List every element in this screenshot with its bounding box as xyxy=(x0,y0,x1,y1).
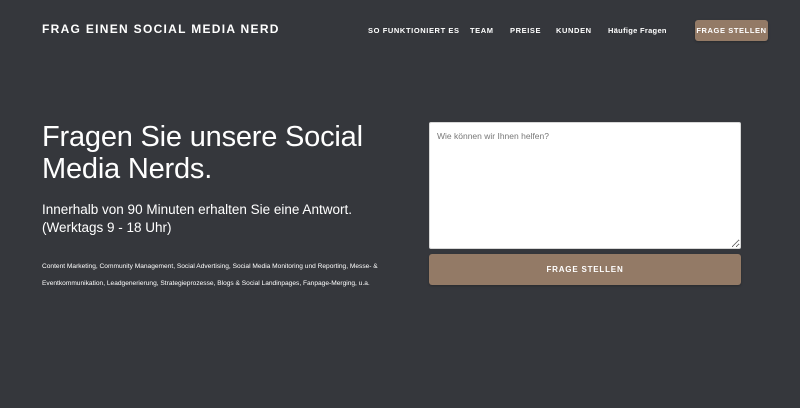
site-header: FRAG EINEN SOCIAL MEDIA NERD SO FUNKTION… xyxy=(0,0,800,62)
nav-link-customers[interactable]: KUNDEN xyxy=(556,26,592,35)
nav-link-how-it-works[interactable]: SO FUNKTIONIERT ES xyxy=(368,26,460,35)
header-ask-question-button[interactable]: FRAGE STELLEN xyxy=(695,20,768,41)
site-logo-text[interactable]: FRAG EINEN SOCIAL MEDIA NERD xyxy=(42,22,280,36)
services-list-text: Content Marketing, Community Management,… xyxy=(42,263,378,287)
nav-link-faq[interactable]: Häufige Fragen xyxy=(608,26,667,35)
hero-title: Fragen Sie unsere Social Media Nerds. xyxy=(42,121,363,185)
page: FRAG EINEN SOCIAL MEDIA NERD SO FUNKTION… xyxy=(0,0,800,408)
nav-link-team[interactable]: TEAM xyxy=(470,26,494,35)
question-input[interactable] xyxy=(429,122,741,249)
nav-link-prices[interactable]: PREISE xyxy=(510,26,541,35)
hero-subtitle: Innerhalb von 90 Minuten erhalten Sie ei… xyxy=(42,202,352,235)
submit-question-button[interactable]: FRAGE STELLEN xyxy=(429,254,741,285)
